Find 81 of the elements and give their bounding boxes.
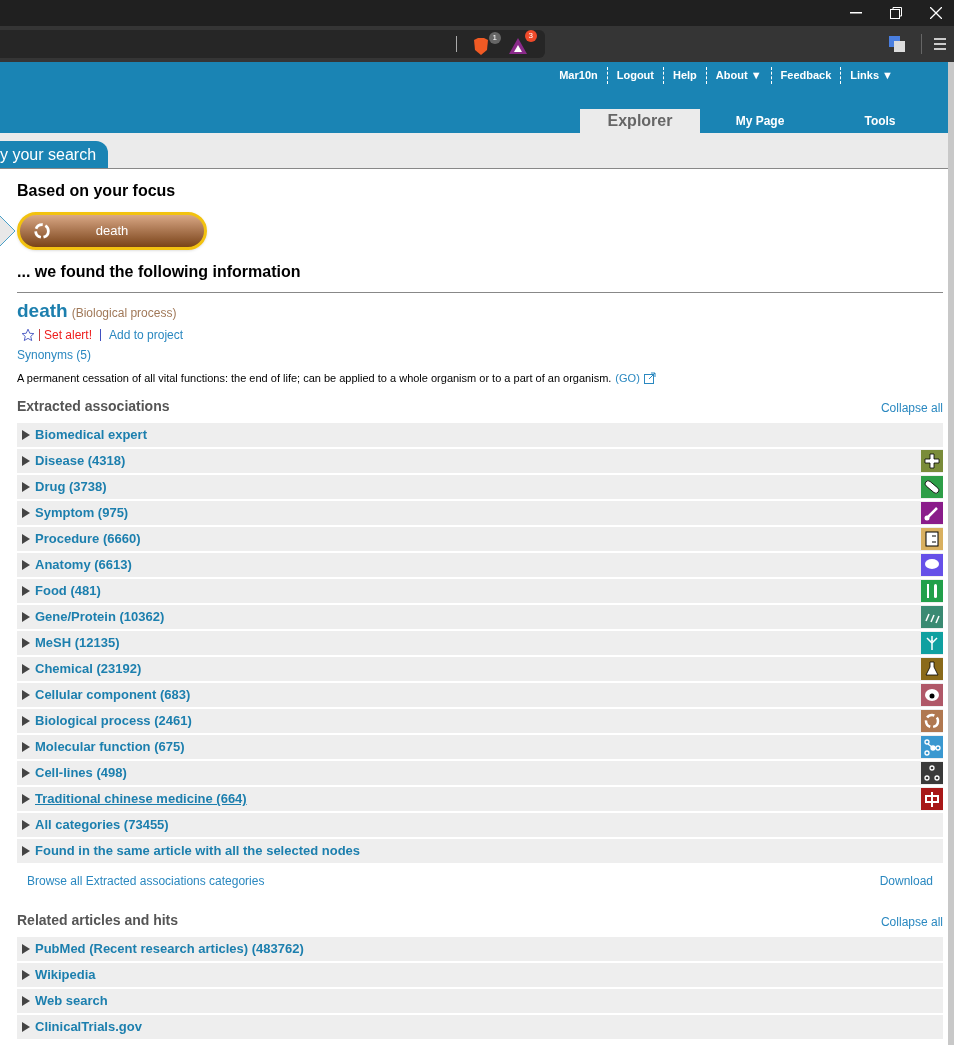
notification-badge: 3 xyxy=(524,30,537,42)
expand-triangle-icon xyxy=(21,508,31,518)
category-row[interactable]: Biomedical expert xyxy=(21,425,147,445)
separator-line xyxy=(39,328,40,341)
header-link[interactable]: Logout xyxy=(616,69,654,81)
address-bar[interactable]: 1 3 xyxy=(0,30,545,58)
expand-triangle-icon xyxy=(21,482,31,492)
category-row[interactable]: Drug (3738) xyxy=(21,477,107,497)
expand-triangle-icon xyxy=(21,742,31,752)
focus-heading: Based on your focus xyxy=(17,181,177,201)
chip-label: death xyxy=(94,222,130,241)
expand-triangle-icon xyxy=(21,996,31,1006)
concept-name: death xyxy=(17,299,68,323)
collapse-all-link[interactable]: Collapse all xyxy=(880,399,943,417)
definition-text: A permanent cessation of all vital functions: the end of life; can be applied to a whole organism or to a part of an organism. xyxy=(17,370,612,386)
triangle-extension-icon[interactable] xyxy=(509,38,527,54)
nav-tab[interactable]: Explorer xyxy=(580,109,700,133)
nav-tab[interactable]: Tools xyxy=(820,109,940,133)
focus-chip[interactable]: death xyxy=(17,212,207,250)
category-row[interactable]: Cell-lines (498) xyxy=(21,763,127,783)
separator-line xyxy=(100,328,102,341)
section-title: Related articles and hits xyxy=(17,911,179,930)
category-row[interactable]: Anatomy (6613) xyxy=(21,555,132,575)
minimize-icon[interactable] xyxy=(850,12,862,14)
category-row[interactable]: Chemical (23192) xyxy=(21,659,142,679)
expand-triangle-icon xyxy=(21,794,31,804)
search-tab[interactable]: y your search xyxy=(0,141,109,168)
category-row[interactable]: Procedure (6660) xyxy=(21,529,141,549)
category-row[interactable]: Gene/Protein (10362) xyxy=(21,607,165,627)
expand-triangle-icon xyxy=(21,664,31,674)
header-link[interactable]: Mar10n xyxy=(559,69,598,81)
category-row[interactable]: Cellular component (683) xyxy=(21,685,191,705)
category-row[interactable]: Symptom (975) xyxy=(21,503,129,523)
restore-icon[interactable] xyxy=(890,7,902,19)
expand-triangle-icon xyxy=(21,638,31,648)
nav-tab[interactable]: My Page xyxy=(700,109,820,133)
header-link[interactable]: About ▼ xyxy=(715,69,762,81)
shield-extension-icon[interactable] xyxy=(473,38,489,56)
collapse-all-link[interactable]: Collapse all xyxy=(880,913,943,931)
synonyms-link[interactable]: Synonyms (5) xyxy=(17,345,92,364)
header-link[interactable]: Feedback xyxy=(780,69,832,81)
expand-triangle-icon xyxy=(21,534,31,544)
section-title: Extracted associations xyxy=(17,397,170,416)
category-row[interactable]: Molecular function (675) xyxy=(21,737,185,757)
category-row[interactable]: Disease (4318) xyxy=(21,451,126,471)
results-heading: ... we found the following information xyxy=(17,260,943,293)
close-icon[interactable] xyxy=(930,7,942,19)
expand-triangle-icon xyxy=(21,970,31,980)
expand-triangle-icon xyxy=(21,612,31,622)
menu-icon[interactable] xyxy=(934,38,946,50)
header-link[interactable]: Links ▼ xyxy=(850,69,893,81)
expand-triangle-icon xyxy=(21,846,31,856)
expand-triangle-icon xyxy=(21,430,31,440)
add-to-project-link[interactable]: Add to project xyxy=(109,325,184,344)
expand-triangle-icon xyxy=(21,944,31,954)
category-row[interactable]: Wikipedia xyxy=(21,965,96,985)
expand-triangle-icon xyxy=(21,716,31,726)
expand-triangle-icon xyxy=(21,690,31,700)
download-link[interactable]: Download xyxy=(879,872,933,890)
category-row[interactable]: Biological process (2461) xyxy=(21,711,192,731)
expand-triangle-icon xyxy=(21,586,31,596)
go-link[interactable]: (GO) xyxy=(615,369,640,386)
category-row[interactable]: MeSH (12135) xyxy=(21,633,120,653)
browse-categories-link[interactable]: Browse all Extracted associations categories xyxy=(27,872,265,890)
expand-triangle-icon xyxy=(21,820,31,830)
expand-triangle-icon xyxy=(21,1022,31,1032)
expand-triangle-icon xyxy=(21,768,31,778)
expand-triangle-icon xyxy=(21,560,31,570)
category-row[interactable]: Web search xyxy=(21,991,108,1011)
expand-triangle-icon xyxy=(21,456,31,466)
translate-icon[interactable] xyxy=(889,36,905,52)
category-row[interactable]: ClinicalTrials.gov xyxy=(21,1017,142,1037)
concept-type: (Biological process) xyxy=(71,305,177,322)
header-link[interactable]: Help xyxy=(673,69,697,81)
external-link-icon[interactable] xyxy=(643,371,656,384)
pointer-arrow-icon xyxy=(0,216,16,246)
category-row[interactable]: All categories (73455) xyxy=(21,815,169,835)
category-row[interactable]: Food (481) xyxy=(21,581,101,601)
set-alert-link[interactable]: Set alert! xyxy=(44,325,93,344)
notification-badge: 1 xyxy=(488,32,501,44)
star-icon[interactable] xyxy=(21,327,35,342)
